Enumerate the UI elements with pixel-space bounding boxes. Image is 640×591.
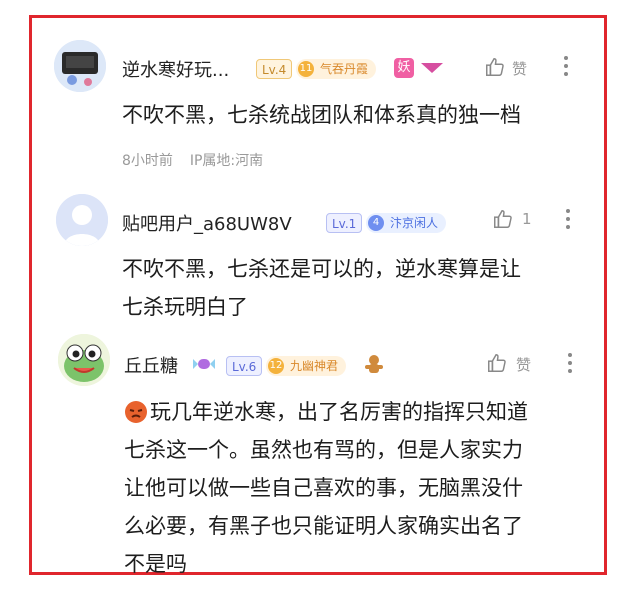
gingerbread-icon — [365, 355, 383, 373]
badge-gem-icon: 12 — [268, 358, 284, 374]
badge-gem-icon: 11 — [298, 61, 314, 77]
badge-gem-icon: 4 — [368, 215, 384, 231]
comment-text: 玩几年逆水寒，出了名厉害的指挥只知道 — [150, 393, 528, 431]
badge-label: 汴京闲人 — [390, 216, 439, 230]
emoji-icon — [125, 401, 147, 423]
comment-meta: 8小时前 IP属地:河南 — [122, 150, 263, 170]
comment-line: 玩几年逆水寒，出了名厉害的指挥只知道 — [150, 400, 528, 424]
like-label[interactable]: 赞 — [512, 58, 527, 79]
comment-line: 么必要，有黑子也只能证明人家确实出名了 — [124, 514, 523, 538]
title-badge: 4 汴京闲人 — [366, 213, 447, 233]
thumbs-up-icon[interactable] — [486, 352, 508, 374]
username[interactable]: 丘丘糖 — [124, 352, 178, 378]
username[interactable]: 贴吧用户_a68UW8V — [122, 210, 292, 236]
avatar[interactable] — [54, 40, 106, 92]
title-badge: 12 九幽神君 — [266, 356, 347, 376]
level-badge: Lv.6 — [226, 356, 263, 376]
badge-label: 九幽神君 — [290, 359, 339, 373]
comment-line: 不吹不黑，七杀统战团队和体系真的独一档 — [122, 103, 521, 127]
comment-text-continued: 七杀这一个。虽然也有骂的，但是人家实力 让他可以做一些自己喜欢的事，无脑黑没什 … — [124, 431, 523, 583]
comment-text: 不吹不黑，七杀还是可以的，逆水寒算是让 七杀玩明白了 — [122, 250, 521, 326]
comment-line: 让他可以做一些自己喜欢的事，无脑黑没什 — [124, 476, 523, 500]
like-count[interactable]: 1 — [522, 210, 532, 228]
more-options-icon[interactable] — [563, 55, 569, 77]
comment-line: 不吹不黑，七杀还是可以的，逆水寒算是让 — [122, 257, 521, 281]
title-badge: 11 气吞丹霞 — [296, 59, 377, 79]
ip-location: IP属地:河南 — [189, 153, 264, 169]
avatar[interactable] — [58, 334, 110, 386]
thumbs-up-icon[interactable] — [492, 208, 514, 230]
level-badge: Lv.1 — [326, 213, 363, 233]
badge-label: 气吞丹霞 — [320, 62, 369, 76]
comment-line: 七杀玩明白了 — [122, 295, 248, 319]
like-label[interactable]: 赞 — [516, 354, 531, 375]
thumbs-up-icon[interactable] — [484, 56, 506, 78]
comment-line: 不是吗 — [124, 552, 187, 576]
candy-icon — [193, 359, 215, 369]
more-options-icon[interactable] — [567, 352, 573, 374]
comment-line: 七杀这一个。虽然也有骂的，但是人家实力 — [124, 438, 523, 462]
avatar[interactable] — [56, 194, 108, 246]
timestamp: 8小时前 — [122, 153, 173, 169]
level-badge: Lv.4 — [256, 59, 293, 79]
yao-badge-icon: 妖 — [394, 58, 414, 78]
comment-text: 不吹不黑，七杀统战团队和体系真的独一档 — [122, 96, 521, 134]
more-options-icon[interactable] — [565, 208, 571, 230]
decoration-icon — [421, 63, 443, 73]
username[interactable]: 逆水寒好玩... — [122, 56, 229, 82]
